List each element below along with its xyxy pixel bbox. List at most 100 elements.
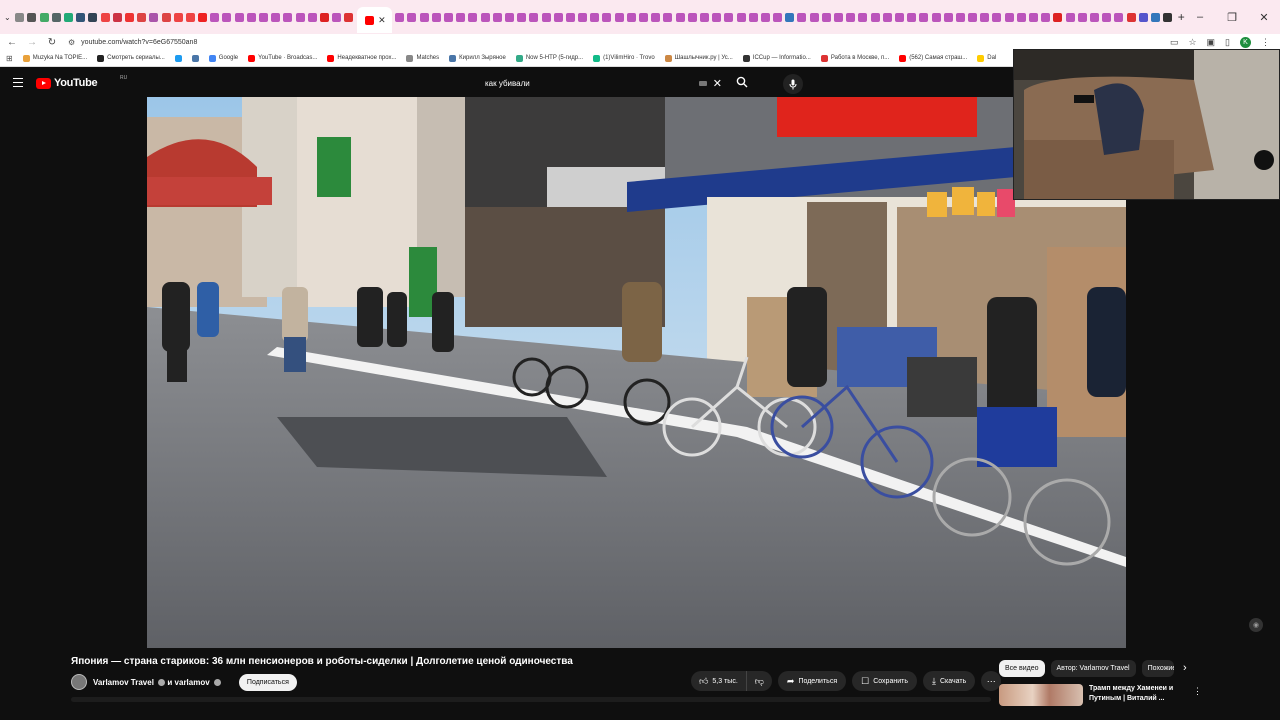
search-input[interactable] [478, 78, 699, 88]
right-tab-favicon-icon[interactable] [968, 12, 978, 22]
right-tab-favicon-icon[interactable] [626, 12, 636, 22]
right-tab-favicon-icon[interactable] [407, 12, 417, 22]
right-tab-favicon-icon[interactable] [1163, 12, 1173, 22]
right-tab-favicon-icon[interactable] [431, 12, 441, 22]
right-tab-favicon-icon[interactable] [919, 12, 929, 22]
right-tab-favicon-icon[interactable] [834, 12, 844, 22]
right-tab-favicon-icon[interactable] [395, 12, 405, 22]
bookmark-item[interactable]: (1)VilimHiro · Trovo [593, 54, 655, 62]
right-tab-favicon-icon[interactable] [639, 12, 649, 22]
right-tab-favicon-icon[interactable] [955, 12, 965, 22]
left-tab-favicon-icon[interactable] [259, 12, 269, 22]
right-tab-favicon-icon[interactable] [858, 12, 868, 22]
right-tab-favicon-icon[interactable] [468, 12, 478, 22]
bookmark-item[interactable]: Кирилл Зыряное [449, 54, 506, 62]
right-tab-favicon-icon[interactable] [882, 12, 892, 22]
left-tab-favicon-icon[interactable] [64, 12, 74, 22]
right-tab-favicon-icon[interactable] [1150, 12, 1160, 22]
sidepanel-icon[interactable]: ▯ [1225, 37, 1230, 48]
right-tab-favicon-icon[interactable] [980, 12, 990, 22]
tab-close-icon[interactable]: ✕ [378, 15, 386, 26]
bookmark-item[interactable]: Google [208, 54, 238, 62]
left-tab-favicon-icon[interactable] [222, 12, 232, 22]
save-button[interactable]: ☐ Сохранить [852, 671, 917, 691]
forward-button[interactable]: → [24, 37, 40, 48]
left-tab-favicon-icon[interactable] [124, 12, 134, 22]
apps-icon[interactable]: ⊞ [6, 54, 13, 63]
chip-author[interactable]: Автор: Varlamov Travel [1050, 660, 1136, 677]
right-tab-favicon-icon[interactable] [492, 12, 502, 22]
right-tab-favicon-icon[interactable] [1029, 12, 1039, 22]
right-tab-favicon-icon[interactable] [614, 12, 624, 22]
right-tab-favicon-icon[interactable] [529, 12, 539, 22]
keyboard-icon[interactable] [698, 80, 707, 86]
extensions-icon[interactable]: ▣ [1207, 37, 1216, 48]
right-tab-favicon-icon[interactable] [602, 12, 612, 22]
clear-search-icon[interactable]: ✕ [713, 77, 722, 90]
right-tab-favicon-icon[interactable] [504, 12, 514, 22]
right-tab-favicon-icon[interactable] [894, 12, 904, 22]
right-tab-favicon-icon[interactable] [419, 12, 429, 22]
bookmark-item[interactable]: Неадекватное прох... [327, 54, 396, 62]
right-tab-favicon-icon[interactable] [773, 12, 783, 22]
right-tab-favicon-icon[interactable] [1065, 12, 1075, 22]
left-tab-favicon-icon[interactable] [210, 12, 220, 22]
right-tab-favicon-icon[interactable] [578, 12, 588, 22]
bookmark-item[interactable]: Смотреть сериалы... [97, 54, 165, 62]
right-tab-favicon-icon[interactable] [821, 12, 831, 22]
site-info-icon[interactable]: ⚙ [68, 38, 75, 47]
right-tab-favicon-icon[interactable] [760, 12, 770, 22]
left-tab-favicon-icon[interactable] [112, 12, 122, 22]
minimize-button[interactable]: – [1184, 11, 1216, 23]
right-tab-favicon-icon[interactable] [565, 12, 575, 22]
left-tab-favicon-icon[interactable] [185, 12, 195, 22]
left-tab-favicon-icon[interactable] [15, 12, 25, 22]
bookmark-item[interactable]: Now 5-HTP (5-гидр... [515, 54, 583, 62]
left-tab-favicon-icon[interactable] [51, 12, 61, 22]
chip-all-videos[interactable]: Все видео [999, 660, 1045, 677]
left-tab-favicon-icon[interactable] [27, 12, 37, 22]
restore-button[interactable]: ❐ [1216, 11, 1248, 24]
right-tab-favicon-icon[interactable] [748, 12, 758, 22]
left-tab-favicon-icon[interactable] [149, 12, 159, 22]
right-tab-favicon-icon[interactable] [699, 12, 709, 22]
video-player[interactable] [147, 97, 1126, 648]
right-tab-favicon-icon[interactable] [541, 12, 551, 22]
right-tab-favicon-icon[interactable] [1004, 12, 1014, 22]
right-tab-favicon-icon[interactable] [456, 12, 466, 22]
tab-search-icon[interactable]: ⌄ [4, 13, 11, 22]
bookmark-item[interactable]: Шашлычник.ру | Ус... [664, 54, 733, 62]
microphone-icon[interactable] [783, 74, 803, 94]
channel-avatar[interactable] [71, 674, 87, 690]
channel-name[interactable]: Varlamov Travel и varlamov [93, 678, 221, 687]
back-button[interactable]: ← [4, 37, 20, 48]
profile-avatar[interactable]: K [1240, 36, 1251, 48]
left-tab-favicon-icon[interactable] [283, 12, 293, 22]
right-tab-favicon-icon[interactable] [1102, 12, 1112, 22]
left-tab-favicon-icon[interactable] [100, 12, 110, 22]
bookmark-star-icon[interactable]: ☆ [1188, 37, 1196, 48]
right-tab-favicon-icon[interactable] [480, 12, 490, 22]
cast-icon[interactable]: ▭ [1170, 37, 1179, 48]
dislike-button[interactable]: 👎︎ [745, 671, 772, 691]
close-window-button[interactable]: ✕ [1248, 11, 1280, 24]
right-tab-favicon-icon[interactable] [675, 12, 685, 22]
search-icon[interactable] [736, 76, 748, 91]
recommendation-title[interactable]: Трамп между Хаменеи и Путиным | Виталий … [1089, 684, 1179, 704]
right-tab-favicon-icon[interactable] [1016, 12, 1026, 22]
address-bar[interactable]: youtube.com/watch?v=6eG67550an8 [81, 39, 1170, 46]
left-tab-favicon-icon[interactable] [295, 12, 305, 22]
right-tab-favicon-icon[interactable] [1114, 12, 1124, 22]
info-card-icon[interactable]: ◉ [1249, 618, 1263, 632]
left-tab-favicon-icon[interactable] [271, 12, 281, 22]
bookmark-item[interactable]: Dal [977, 54, 996, 62]
download-button[interactable]: ⤓ Скачать [922, 671, 976, 691]
left-tab-favicon-icon[interactable] [137, 12, 147, 22]
right-tab-favicon-icon[interactable] [907, 12, 917, 22]
right-tab-favicon-icon[interactable] [1089, 12, 1099, 22]
subscribe-button[interactable]: Подписаться [238, 673, 297, 691]
left-tab-favicon-icon[interactable] [332, 12, 342, 22]
share-button[interactable]: ➦ Поделиться [777, 671, 847, 691]
chip-similar[interactable]: Похожие [1141, 660, 1174, 677]
left-tab-favicon-icon[interactable] [344, 12, 354, 22]
